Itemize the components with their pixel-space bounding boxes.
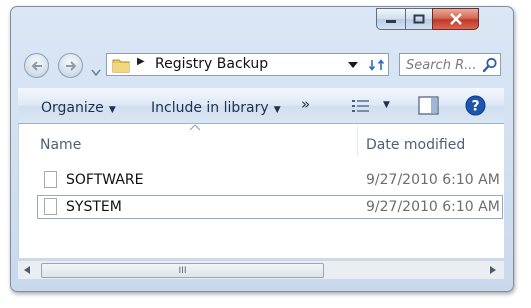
organize-label: Organize (41, 100, 104, 116)
close-icon (449, 13, 462, 25)
preview-pane-button[interactable] (418, 96, 440, 120)
view-options-dropdown[interactable]: ▼ (383, 100, 390, 110)
refresh-icon (369, 58, 385, 71)
recent-pages-dropdown[interactable] (91, 62, 101, 81)
file-icon (44, 171, 57, 188)
list-item[interactable]: SYSTEM 9/27/2010 6:10 AM (37, 195, 503, 219)
forward-icon (65, 60, 76, 71)
include-in-library-label: Include in library (151, 100, 269, 116)
help-button[interactable]: ? (465, 95, 486, 120)
forward-button[interactable] (58, 53, 83, 78)
search-input[interactable] (400, 55, 484, 76)
preview-pane-icon (418, 96, 439, 115)
file-name: SYSTEM (66, 199, 122, 215)
window-controls (376, 8, 479, 32)
svg-text:?: ? (471, 99, 479, 115)
folder-icon (112, 59, 130, 73)
organize-menu[interactable]: Organize ▼ (41, 97, 116, 116)
chevron-down-icon: ▼ (108, 105, 116, 115)
help-icon: ? (465, 95, 486, 116)
views-icon (352, 100, 369, 112)
chevron-down-icon (91, 69, 101, 77)
search-box[interactable] (399, 53, 501, 76)
command-bar: Organize ▼ Include in library ▼ » ▼ ? (18, 88, 504, 124)
maximize-button[interactable] (405, 8, 432, 30)
scrollbar-thumb[interactable]: III (41, 263, 324, 278)
minimize-button[interactable] (376, 8, 405, 30)
change-view-button[interactable] (351, 98, 371, 118)
more-commands-button[interactable]: » (301, 95, 310, 113)
file-date: 9/27/2010 6:10 AM (366, 199, 500, 215)
minimize-icon (386, 20, 396, 23)
breadcrumb-arrow-icon[interactable]: ▶ (137, 56, 145, 67)
breadcrumb-folder[interactable]: Registry Backup (155, 56, 268, 72)
file-icon (44, 198, 57, 215)
list-item[interactable]: SOFTWARE 9/27/2010 6:10 AM (37, 168, 503, 192)
column-header-date-modified[interactable]: Date modified (366, 134, 465, 153)
column-header-name-label: Name (40, 137, 82, 153)
horizontal-scrollbar[interactable]: III (18, 260, 504, 279)
address-dropdown-icon[interactable] (348, 62, 358, 69)
search-icon[interactable] (482, 57, 498, 73)
maximize-icon (413, 14, 425, 24)
scrollbar-grip: III (178, 265, 187, 276)
back-button[interactable] (24, 53, 49, 78)
file-date: 9/27/2010 6:10 AM (366, 172, 500, 188)
close-button[interactable] (432, 8, 479, 30)
sort-indicator-icon (190, 125, 200, 131)
scroll-left-icon[interactable] (24, 266, 31, 274)
column-header-name[interactable]: Name (40, 134, 81, 153)
include-in-library-menu[interactable]: Include in library ▼ (151, 97, 281, 116)
refresh-button[interactable] (365, 53, 389, 76)
file-name: SOFTWARE (66, 172, 144, 188)
address-bar[interactable]: ▶ Registry Backup (106, 53, 389, 76)
back-icon (31, 60, 42, 71)
column-divider[interactable] (357, 127, 358, 155)
column-header-date-label: Date modified (366, 137, 466, 153)
chevron-down-icon: ▼ (273, 105, 281, 115)
scroll-right-icon[interactable] (490, 266, 497, 274)
